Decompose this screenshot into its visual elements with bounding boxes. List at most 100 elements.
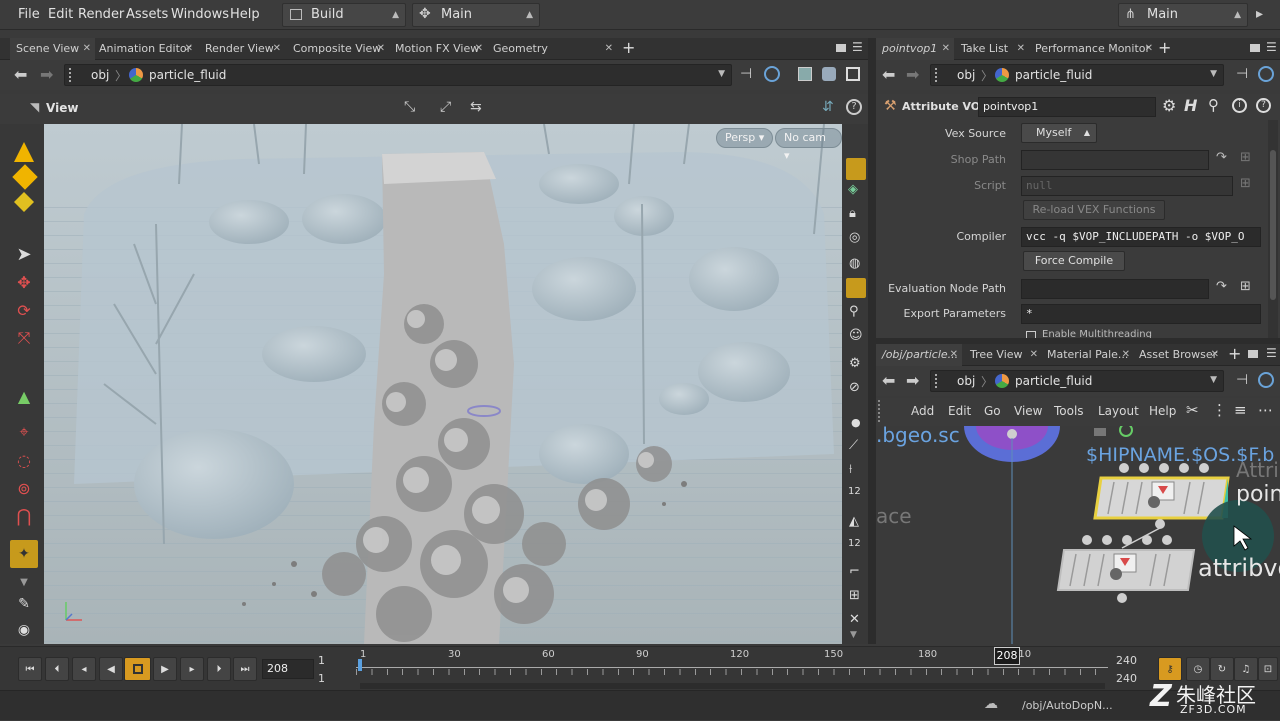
- template-icon[interactable]: ⚙: [849, 356, 861, 371]
- cursor-icon[interactable]: ➤: [14, 244, 34, 265]
- eraser-icon[interactable]: ✎: [14, 594, 34, 614]
- object-icon[interactable]: [798, 67, 812, 81]
- force-compile-button[interactable]: Force Compile: [1023, 251, 1125, 271]
- grid-icon[interactable]: ⊞: [849, 588, 860, 603]
- tab-pointvop1[interactable]: pointvop1 ✕: [876, 38, 954, 60]
- tab-composite-view[interactable]: Composite View ✕: [287, 38, 389, 60]
- export-params-field[interactable]: *: [1021, 304, 1261, 324]
- link-icon[interactable]: [1258, 372, 1274, 388]
- jump-end-button[interactable]: ⏭: [233, 657, 257, 681]
- add-tab-icon[interactable]: +: [622, 38, 635, 57]
- path-field[interactable]: obj 〉 particle_fluid ▼: [930, 64, 1224, 86]
- play-reverse-button[interactable]: ◀: [99, 657, 123, 681]
- path-field[interactable]: obj 〉 particle_fluid ▼: [930, 370, 1224, 392]
- lasso-tool-icon[interactable]: ◌: [14, 450, 34, 470]
- current-frame-field[interactable]: 208: [262, 659, 314, 679]
- context-select[interactable]: ✥ Main ▲: [412, 3, 540, 27]
- node-name-field[interactable]: pointvop1: [978, 97, 1156, 117]
- close-icon[interactable]: ✕: [377, 38, 385, 60]
- close-icon[interactable]: ✕: [1017, 38, 1025, 60]
- list-icon[interactable]: ≡: [1234, 401, 1247, 419]
- select-object-icon[interactable]: [14, 142, 34, 162]
- menu-file[interactable]: File: [18, 7, 40, 22]
- menu-help[interactable]: Help: [230, 7, 260, 22]
- tab-take-list[interactable]: Take List ✕: [955, 38, 1029, 60]
- help-icon[interactable]: ?: [846, 99, 862, 115]
- info-icon[interactable]: i: [1232, 98, 1247, 113]
- more-icon[interactable]: ⋯: [1258, 401, 1273, 419]
- frame-marker[interactable]: 208: [994, 647, 1020, 665]
- magnet-icon[interactable]: ⋂: [14, 506, 34, 527]
- forward-arrow-icon[interactable]: ➡: [40, 65, 53, 84]
- breadcrumb-particle-fluid[interactable]: particle_fluid: [1015, 374, 1092, 388]
- maximize-icon[interactable]: [1248, 350, 1258, 358]
- next-key-button[interactable]: ⏵: [207, 657, 231, 681]
- vex-source-select[interactable]: Myself ▲: [1021, 123, 1097, 143]
- search-icon[interactable]: ⚲: [1208, 96, 1219, 114]
- pin-toggle-icon[interactable]: ⊣: [1236, 372, 1248, 388]
- close-icon[interactable]: ✕: [1030, 344, 1038, 366]
- step-back-button[interactable]: ◂: [72, 657, 96, 681]
- menu-tools[interactable]: Tools: [1054, 404, 1084, 418]
- tab-animation-editor[interactable]: Animation Editor ✕: [93, 38, 197, 60]
- chevron-down-icon[interactable]: ▼: [718, 69, 725, 79]
- play-button[interactable]: ▶: [153, 657, 177, 681]
- add-tab-icon[interactable]: +: [1228, 344, 1241, 363]
- close-icon[interactable]: ✕: [605, 38, 613, 60]
- menu-view[interactable]: View: [1014, 404, 1042, 418]
- face-icon[interactable]: ◭: [849, 514, 859, 529]
- attribvop-node-label[interactable]: attribvo: [1198, 554, 1280, 582]
- scrollbar-thumb[interactable]: [1270, 150, 1276, 300]
- light-icon[interactable]: ◍: [849, 256, 860, 271]
- pane-menu-icon[interactable]: ☰: [1266, 40, 1277, 54]
- lighting-icon[interactable]: [846, 158, 866, 180]
- start-frame[interactable]: 1: [318, 654, 325, 667]
- maximize-icon[interactable]: [1250, 44, 1260, 52]
- forward-arrow-icon[interactable]: ➡: [906, 371, 919, 390]
- pane-menu-icon[interactable]: ☰: [852, 40, 863, 54]
- add-tab-icon[interactable]: +: [1158, 38, 1171, 57]
- more-arrow-icon[interactable]: ▸: [1256, 6, 1263, 22]
- persp-button[interactable]: Persp ▾: [716, 128, 774, 148]
- menu-layout[interactable]: Layout: [1098, 404, 1139, 418]
- pointvop-node-label[interactable]: poin: [1236, 482, 1280, 507]
- pin-toggle-icon[interactable]: ⊣: [740, 66, 752, 82]
- reload-vex-button[interactable]: Re-load VEX Functions: [1023, 200, 1165, 220]
- menu-go[interactable]: Go: [984, 404, 1001, 418]
- chevron-down-icon[interactable]: ▼: [850, 630, 857, 640]
- snap-point-icon[interactable]: ⇆: [470, 99, 482, 115]
- tab-scene-view[interactable]: Scene View ✕: [10, 38, 95, 60]
- edge-icon[interactable]: ⟋: [849, 438, 858, 453]
- close-icon[interactable]: ✕: [475, 38, 483, 60]
- close-icon[interactable]: ✕: [1145, 38, 1153, 60]
- range-start-marker[interactable]: [358, 659, 362, 671]
- prim-numbers-icon[interactable]: 12: [848, 538, 861, 549]
- snap-icon[interactable]: ⤡: [404, 99, 415, 115]
- pane-divider[interactable]: [868, 38, 876, 644]
- tree-icon[interactable]: ⋮: [1212, 401, 1227, 419]
- frame-icon[interactable]: [846, 67, 860, 81]
- close-icon[interactable]: ✕: [950, 344, 958, 366]
- jump-arrow-icon[interactable]: ↷: [1216, 279, 1227, 294]
- tab-network-editor[interactable]: /obj/particle... ✕: [876, 344, 962, 366]
- pane-menu-icon[interactable]: ☰: [1266, 346, 1277, 360]
- compiler-field[interactable]: vcc -q $VOP_INCLUDEPATH -o $VOP_O: [1021, 227, 1261, 247]
- handle-tool-icon[interactable]: ▲: [14, 386, 34, 406]
- tab-geometry-spreadsheet[interactable]: Geometry Spreadsheet✕: [487, 38, 617, 77]
- gear-icon[interactable]: ⚙: [1162, 96, 1176, 115]
- menu-edit[interactable]: Edit: [48, 7, 73, 22]
- eye-icon[interactable]: ◉: [14, 620, 34, 640]
- brush-tool-icon[interactable]: ⊚: [14, 478, 34, 498]
- shelf-select[interactable]: ⋔ Main ▲: [1118, 3, 1248, 27]
- help-icon[interactable]: ?: [1256, 98, 1271, 113]
- breadcrumb-obj[interactable]: obj: [957, 374, 975, 388]
- scale-tool-icon[interactable]: ⤧: [14, 328, 34, 348]
- pose-tool-icon[interactable]: ⌖: [14, 422, 34, 442]
- shading-icon[interactable]: ◈: [848, 182, 858, 197]
- tab-tree-view[interactable]: Tree View ✕: [964, 344, 1042, 366]
- move-tool-icon[interactable]: ✥: [14, 272, 34, 292]
- view-tool-icon[interactable]: ✦: [10, 540, 38, 568]
- start-frame-2[interactable]: 1: [318, 672, 325, 685]
- ghost-icon[interactable]: ☺: [849, 328, 863, 343]
- back-arrow-icon[interactable]: ⬅: [882, 65, 895, 84]
